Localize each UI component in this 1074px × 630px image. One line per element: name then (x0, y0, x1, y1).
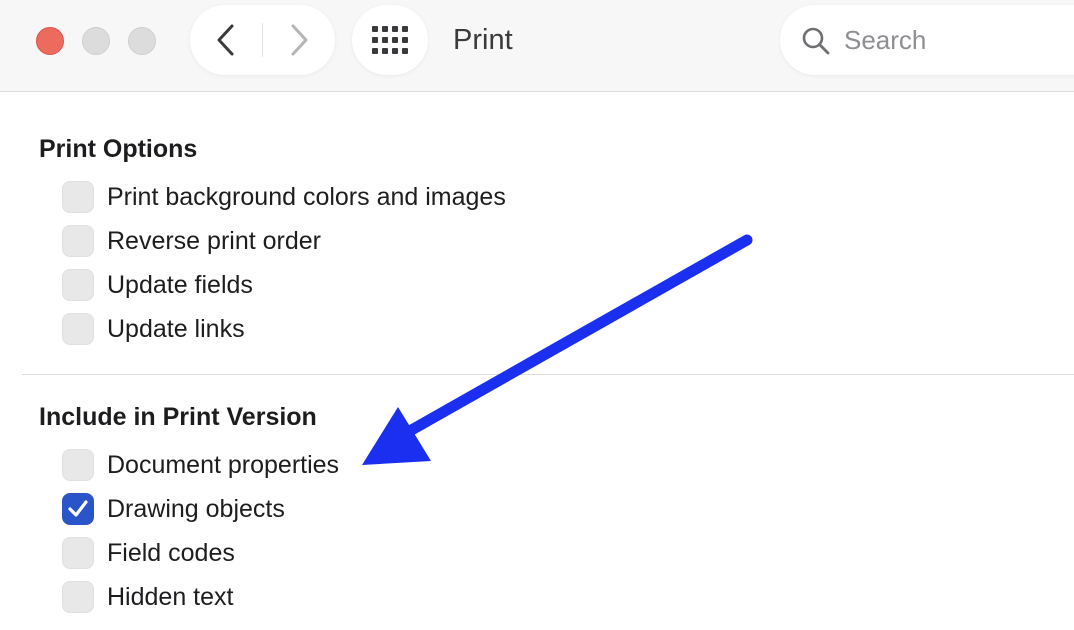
back-button[interactable] (190, 5, 262, 75)
checkbox[interactable] (62, 313, 94, 345)
search-input[interactable] (844, 22, 1074, 58)
option-drawing-objects[interactable]: Drawing objects (62, 492, 285, 526)
checkbox-checked[interactable] (62, 493, 94, 525)
option-document-properties[interactable]: Document properties (62, 448, 339, 482)
search-field[interactable] (780, 5, 1074, 75)
include-in-print-heading: Include in Print Version (39, 403, 317, 431)
checkbox[interactable] (62, 581, 94, 613)
checkbox[interactable] (62, 269, 94, 301)
grid-icon (372, 26, 408, 54)
option-update-fields[interactable]: Update fields (62, 268, 253, 302)
window-title: Print (453, 24, 513, 56)
option-update-links[interactable]: Update links (62, 312, 245, 346)
checkbox[interactable] (62, 225, 94, 257)
option-label: Update fields (107, 270, 253, 299)
option-hidden-text[interactable]: Hidden text (62, 580, 233, 614)
section-divider (22, 374, 1074, 375)
zoom-window-button[interactable] (128, 27, 156, 55)
option-label: Reverse print order (107, 226, 321, 255)
chevron-left-icon (217, 24, 234, 56)
toolbar: Print (0, 0, 1074, 92)
close-window-button[interactable] (36, 27, 64, 55)
option-label: Document properties (107, 450, 340, 479)
option-reverse-print-order[interactable]: Reverse print order (62, 224, 321, 258)
option-label: Print background colors and images (107, 182, 506, 211)
navigation-group (190, 5, 335, 75)
show-all-button[interactable] (352, 5, 428, 75)
forward-button[interactable] (263, 5, 335, 75)
option-label: Field codes (107, 538, 235, 567)
print-options-heading: Print Options (39, 135, 198, 163)
option-label: Drawing objects (107, 494, 285, 523)
chevron-right-icon (291, 24, 308, 56)
minimize-window-button[interactable] (82, 27, 110, 55)
checkbox[interactable] (62, 449, 94, 481)
option-label: Update links (107, 314, 245, 343)
checkmark-icon (68, 500, 88, 517)
option-field-codes[interactable]: Field codes (62, 536, 235, 570)
checkbox[interactable] (62, 181, 94, 213)
search-icon (802, 27, 830, 55)
checkbox[interactable] (62, 537, 94, 569)
option-label: Hidden text (107, 582, 234, 611)
option-print-background[interactable]: Print background colors and images (62, 180, 506, 214)
